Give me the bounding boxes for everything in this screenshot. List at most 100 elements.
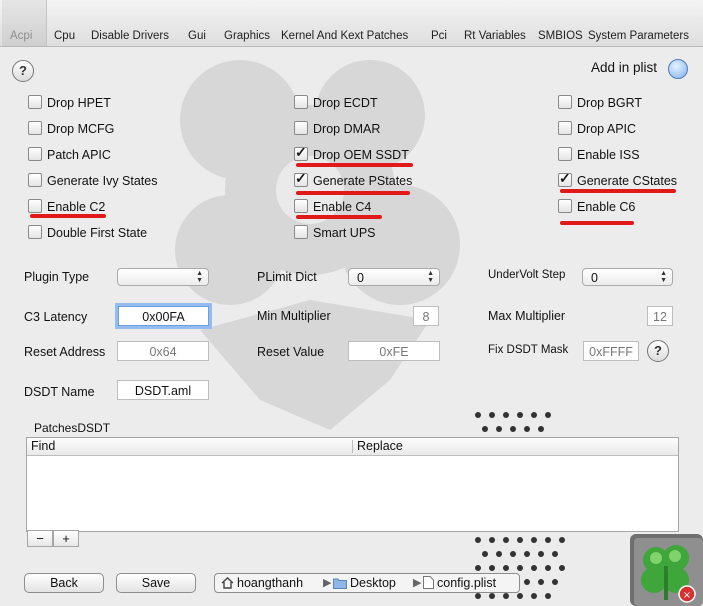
red-annotation-underline xyxy=(30,214,106,218)
table-header: Find Replace xyxy=(27,438,678,456)
path-control[interactable]: hoangthanh ▶ Desktop ▶ config.plist xyxy=(214,573,520,593)
checkbox-box: ✓ xyxy=(558,199,572,213)
tab-acpi[interactable]: Acpi xyxy=(10,30,32,42)
save-button[interactable]: Save xyxy=(116,573,196,593)
tab-gui[interactable]: Gui xyxy=(188,30,206,42)
plimit-dict-value: 0 xyxy=(357,271,364,285)
generate-cstates-checkbox[interactable]: ✓ Generate CStates xyxy=(558,170,678,189)
enable-c2-checkbox[interactable]: ✓ Enable C2 xyxy=(28,199,105,215)
checkbox-box: ✓ xyxy=(558,95,572,109)
generate-pstates-checkbox[interactable]: ✓ Generate PStates xyxy=(294,170,413,189)
reset-value-input[interactable]: 0xFE xyxy=(348,341,440,361)
checkbox-box: ✓ xyxy=(558,170,572,187)
fix-dsdt-help-button[interactable]: ? xyxy=(647,340,669,362)
checkbox-box: ✓ xyxy=(28,95,42,109)
red-annotation-underline xyxy=(560,189,676,193)
path-segment-desktop[interactable]: Desktop xyxy=(333,576,396,590)
drop-oem-ssdt-label: Drop OEM SSDT xyxy=(313,148,409,162)
add-in-plist-toggle[interactable] xyxy=(668,59,688,79)
drop-dmar-label: Drop DMAR xyxy=(313,122,381,136)
remove-row-button[interactable]: − xyxy=(27,530,53,547)
plimit-dict-label: PLimit Dict xyxy=(257,270,317,284)
column-header-replace[interactable]: Replace xyxy=(357,439,403,453)
select-arrows-icon: ▲ ▼ xyxy=(660,270,667,284)
fix-dsdt-mask-input[interactable]: 0xFFFF xyxy=(583,341,639,361)
patches-dsdt-title: PatchesDSDT xyxy=(34,421,111,435)
enable-c6-checkbox[interactable]: ✓ Enable C6 xyxy=(558,199,635,215)
drop-bgrt-checkbox[interactable]: ✓ Drop BGRT xyxy=(558,95,642,111)
tab-kernel-and-kext-patches[interactable]: Kernel And Kext Patches xyxy=(281,30,408,42)
home-icon xyxy=(221,577,234,589)
dsdt-name-label: DSDT Name xyxy=(24,385,95,399)
enable-c2-label: Enable C2 xyxy=(47,200,106,214)
min-multiplier-input[interactable]: 8 xyxy=(413,306,439,326)
c3-latency-label: C3 Latency xyxy=(24,310,88,324)
plugin-type-select[interactable]: ▲ ▼ xyxy=(117,268,209,286)
checkbox-box: ✓ xyxy=(294,225,308,239)
checkbox-box: ✓ xyxy=(294,199,308,213)
undervolt-step-value: 0 xyxy=(591,271,598,285)
checkbox-box: ✓ xyxy=(294,95,308,109)
c3-latency-input[interactable]: 0x00FA xyxy=(118,306,209,326)
generate-pstates-label: Generate PStates xyxy=(313,174,413,188)
tab-cpu[interactable]: Cpu xyxy=(54,30,75,42)
select-arrows-icon: ▲ ▼ xyxy=(196,270,203,284)
drop-oem-ssdt-checkbox[interactable]: ✓ Drop OEM SSDT xyxy=(294,144,409,163)
path-segment-label: hoangthanh xyxy=(237,576,304,590)
select-arrows-icon: ▲ ▼ xyxy=(427,270,434,284)
path-segment-config-plist[interactable]: config.plist xyxy=(423,576,496,590)
undervolt-step-label: UnderVolt Step xyxy=(488,269,566,281)
double-first-state-checkbox[interactable]: ✓ Double First State xyxy=(28,225,147,241)
checkbox-box: ✓ xyxy=(28,225,42,239)
drop-ecdt-checkbox[interactable]: ✓ Drop ECDT xyxy=(294,95,378,111)
reset-address-label: Reset Address xyxy=(24,345,106,359)
path-segment-home[interactable]: hoangthanh xyxy=(221,576,303,590)
tab-rt-variables[interactable]: Rt Variables xyxy=(464,30,526,42)
drop-ecdt-label: Drop ECDT xyxy=(313,96,378,110)
smart-ups-checkbox[interactable]: ✓ Smart UPS xyxy=(294,225,376,241)
generate-ivy-states-checkbox[interactable]: ✓ Generate Ivy States xyxy=(28,173,157,189)
drop-hpet-checkbox[interactable]: ✓ Drop HPET xyxy=(28,95,111,111)
generate-cstates-label: Generate CStates xyxy=(577,174,678,188)
drop-hpet-label: Drop HPET xyxy=(47,96,111,110)
add-in-plist-label: Add in plist xyxy=(591,60,658,75)
svg-text:×: × xyxy=(683,590,691,601)
max-multiplier-input[interactable]: 12 xyxy=(647,306,673,326)
undervolt-step-select[interactable]: 0 ▲ ▼ xyxy=(582,268,673,286)
drop-apic-checkbox[interactable]: ✓ Drop APIC xyxy=(558,121,636,137)
reset-address-input[interactable]: 0x64 xyxy=(117,341,209,361)
back-button[interactable]: Back xyxy=(24,573,104,593)
checkbox-box: ✓ xyxy=(28,121,42,135)
max-multiplier-label: Max Multiplier xyxy=(488,309,566,323)
red-annotation-underline xyxy=(296,215,382,219)
patches-dsdt-table[interactable]: Find Replace xyxy=(26,437,679,532)
red-annotation-underline xyxy=(296,191,410,195)
document-icon xyxy=(423,576,434,589)
column-header-find[interactable]: Find xyxy=(31,439,55,453)
double-first-state-label: Double First State xyxy=(47,226,148,240)
smart-ups-label: Smart UPS xyxy=(313,226,376,240)
tab-disable-drivers[interactable]: Disable Drivers xyxy=(91,30,169,42)
drop-dmar-checkbox[interactable]: ✓ Drop DMAR xyxy=(294,121,380,137)
enable-c4-checkbox[interactable]: ✓ Enable C4 xyxy=(294,199,371,215)
patch-apic-checkbox[interactable]: ✓ Patch APIC xyxy=(28,147,111,163)
enable-iss-checkbox[interactable]: ✓ Enable ISS xyxy=(558,147,640,163)
reset-value-label: Reset Value xyxy=(257,345,325,359)
tab-smbios[interactable]: SMBIOS xyxy=(538,30,583,42)
tab-system-parameters[interactable]: System Parameters xyxy=(588,30,689,42)
help-button[interactable]: ? xyxy=(12,60,34,82)
checkbox-box: ✓ xyxy=(294,144,308,161)
plimit-dict-select[interactable]: 0 ▲ ▼ xyxy=(348,268,440,286)
dsdt-name-input[interactable]: DSDT.aml xyxy=(117,380,209,400)
checkbox-box: ✓ xyxy=(294,170,308,187)
drop-mcfg-checkbox[interactable]: ✓ Drop MCFG xyxy=(28,121,114,137)
red-annotation-underline xyxy=(560,221,634,225)
enable-iss-label: Enable ISS xyxy=(577,148,640,162)
fix-dsdt-mask-label: Fix DSDT Mask xyxy=(488,344,569,356)
clover-logo-icon: × xyxy=(630,534,703,606)
add-row-button[interactable]: + xyxy=(53,530,79,547)
tab-pci[interactable]: Pci xyxy=(431,30,447,42)
path-separator-icon: ▶ xyxy=(323,577,332,589)
enable-c4-label: Enable C4 xyxy=(313,200,372,214)
tab-graphics[interactable]: Graphics xyxy=(224,30,270,42)
